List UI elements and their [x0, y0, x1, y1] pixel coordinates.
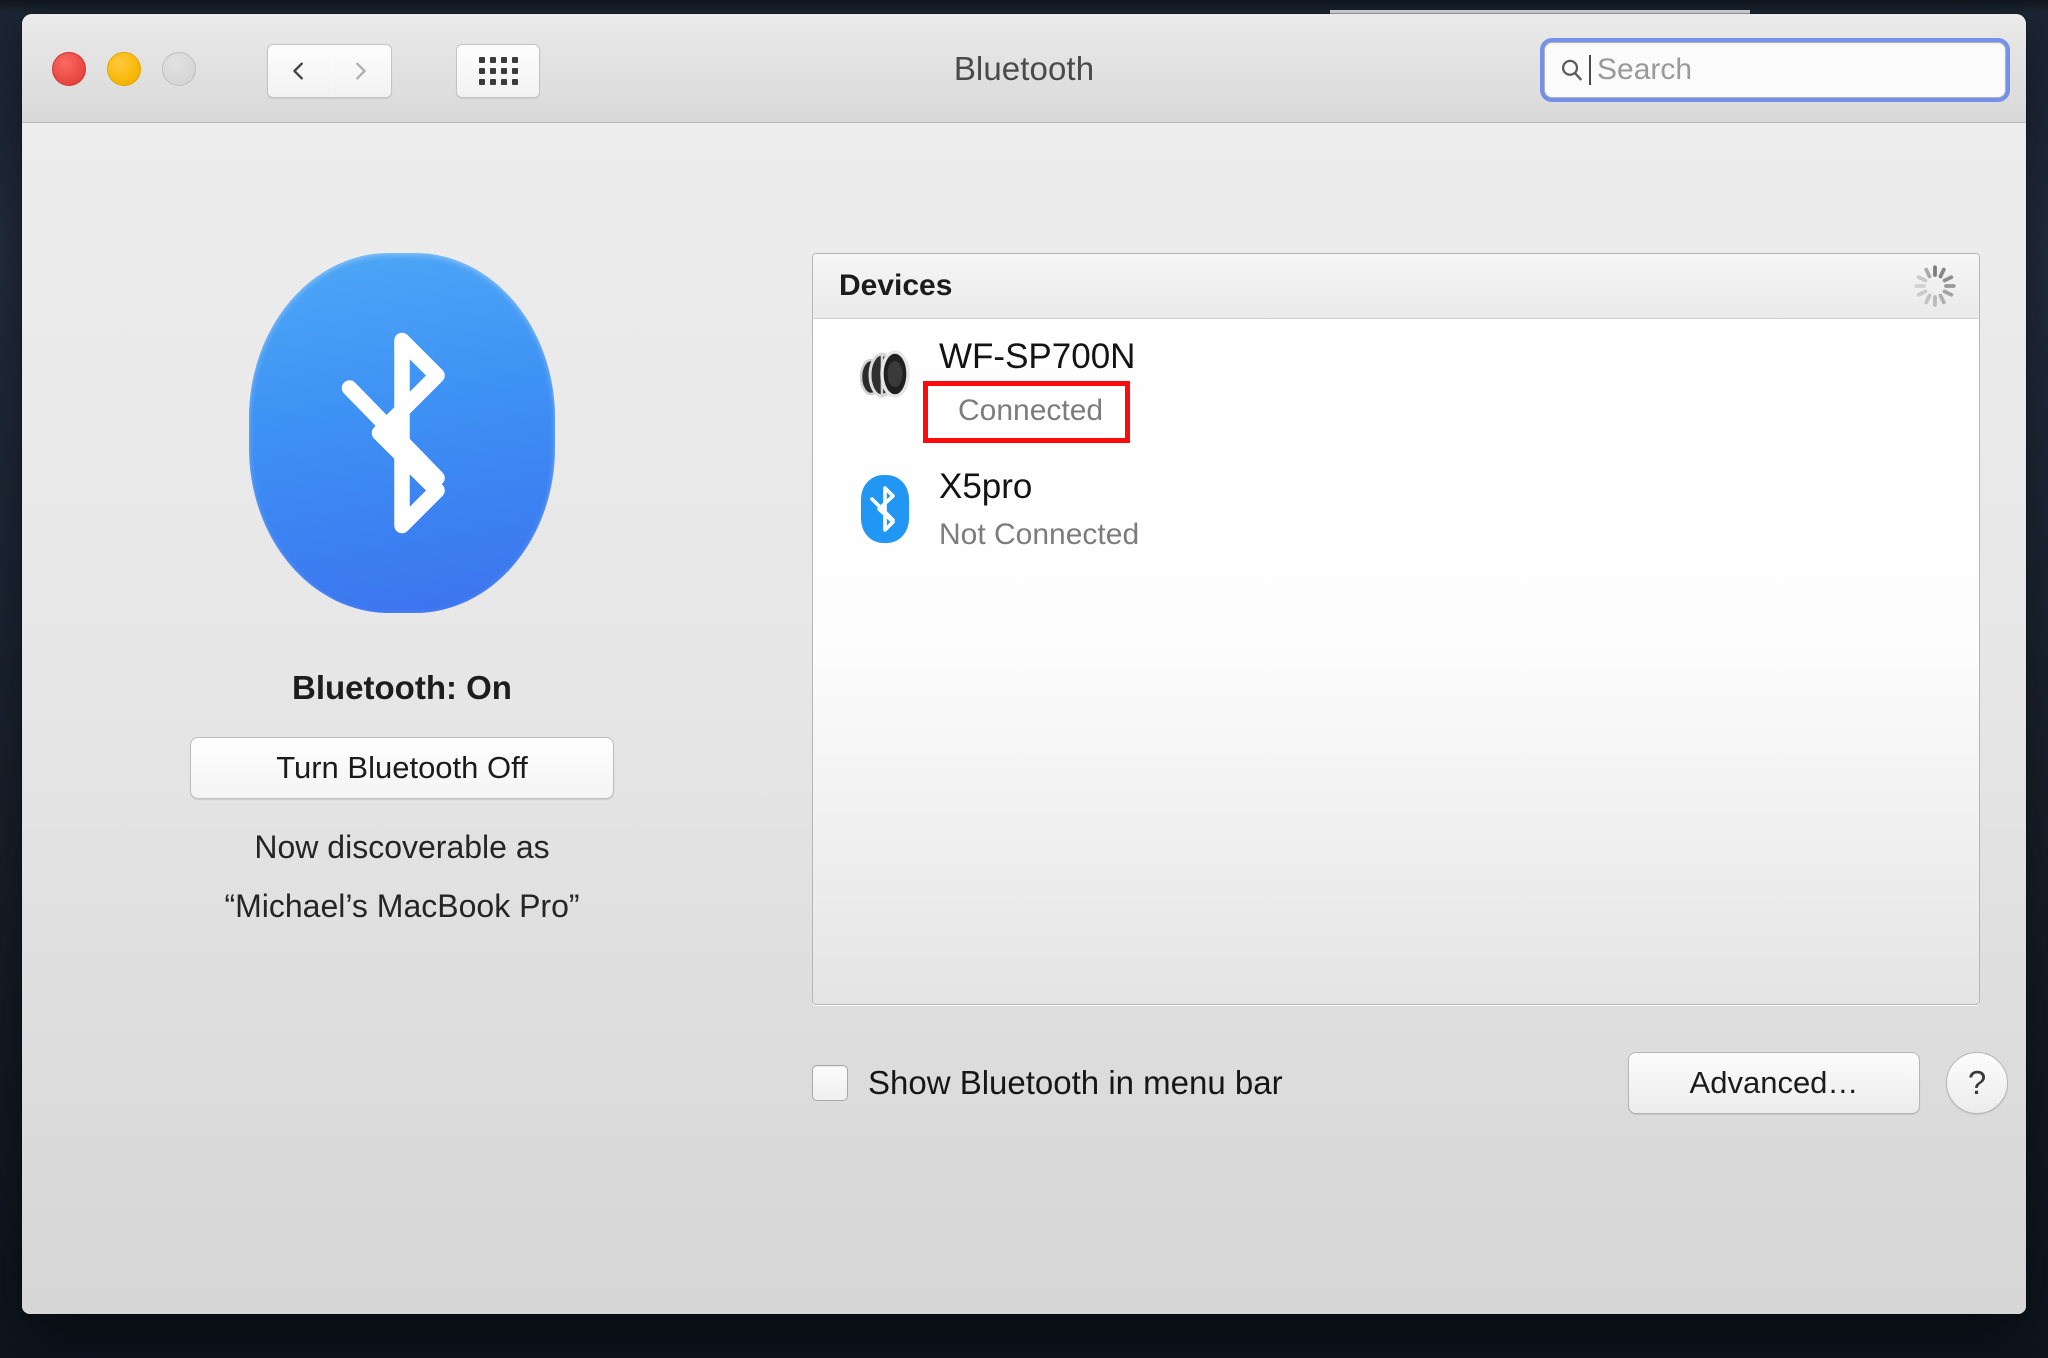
help-button[interactable]: ? [1946, 1052, 2008, 1114]
devices-panel: Devices WF-SP700N Connected X5pro Not Co… [812, 253, 1980, 1005]
device-info: WF-SP700N Connected [923, 337, 1136, 444]
bluetooth-status-label: Bluetooth: On [292, 669, 512, 706]
discoverable-label: Now discoverable as [254, 829, 550, 865]
text-cursor [1589, 55, 1591, 85]
show-bluetooth-menubar-label: Show Bluetooth in menu bar [868, 1064, 1283, 1101]
show-bluetooth-menubar-checkbox[interactable] [812, 1065, 848, 1101]
device-name: X5pro [939, 467, 1033, 507]
search-input[interactable] [1597, 53, 1991, 87]
advanced-button[interactable]: Advanced… [1628, 1052, 1920, 1114]
device-row[interactable]: X5pro Not Connected [813, 443, 1979, 551]
computer-name-label: “Michael’s MacBook Pro” [224, 888, 580, 924]
device-status-badge: Connected [923, 381, 1131, 444]
device-info: X5pro Not Connected [939, 467, 1139, 551]
bluetooth-device-icon [847, 467, 923, 545]
bluetooth-rune-icon [341, 332, 445, 534]
device-row[interactable]: WF-SP700N Connected [813, 319, 1979, 444]
bluetooth-status-pane: Bluetooth: On Turn Bluetooth Off Now dis… [22, 123, 782, 925]
search-icon [1561, 59, 1582, 81]
devices-header: Devices [813, 254, 1979, 319]
device-name: WF-SP700N [939, 337, 1136, 376]
bluetooth-preferences-window: Bluetooth Bluetooth: On Turn Bluetooth O… [22, 14, 2026, 1314]
window-titlebar: Bluetooth [22, 14, 2026, 123]
devices-header-label: Devices [839, 269, 953, 302]
toggle-bluetooth-button[interactable]: Turn Bluetooth Off [190, 737, 614, 799]
window-content: Bluetooth: On Turn Bluetooth Off Now dis… [22, 123, 2026, 1314]
footer-controls: Show Bluetooth in menu bar Advanced… ? [812, 1043, 2008, 1123]
search-field[interactable] [1544, 42, 2006, 98]
bluetooth-logo-icon [249, 253, 555, 613]
scanning-spinner-icon [1914, 265, 1956, 307]
device-status-label: Not Connected [939, 517, 1140, 551]
speaker-icon [847, 337, 923, 405]
